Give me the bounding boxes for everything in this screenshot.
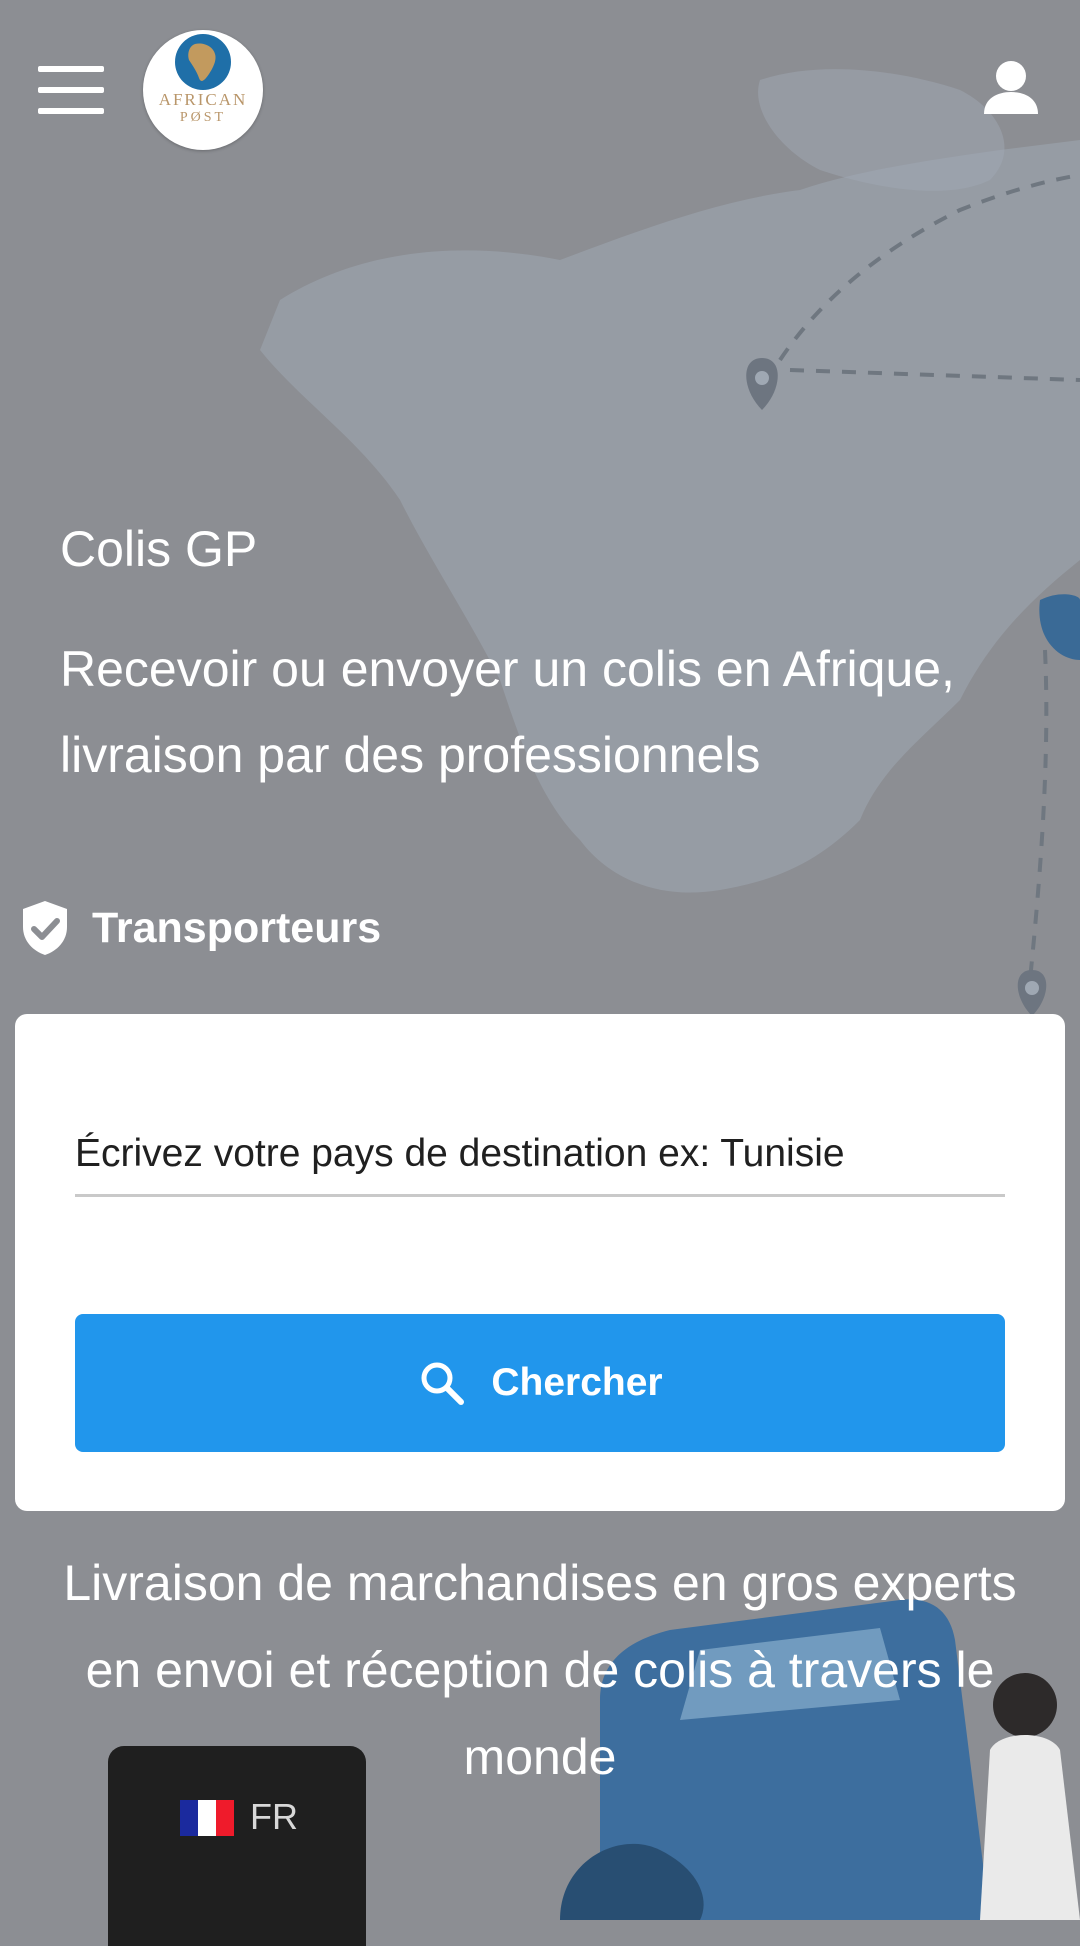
destination-search-input[interactable] [75, 1114, 1005, 1197]
hamburger-menu-icon[interactable] [38, 66, 104, 114]
logo-text-line1: AFRICAN [158, 90, 248, 109]
search-card: Chercher [15, 1014, 1065, 1511]
france-flag-icon [180, 1800, 234, 1836]
user-account-icon[interactable] [978, 58, 1042, 122]
carriers-label: Transporteurs [92, 903, 382, 952]
language-code: FR [250, 1796, 298, 1837]
hero-subtitle: Recevoir ou envoyer un colis en Afrique,… [60, 641, 955, 783]
language-switcher[interactable]: FR [108, 1746, 366, 1946]
african-post-logo[interactable]: AFRICAN PØST [143, 30, 263, 150]
search-icon [421, 1362, 465, 1405]
search-button[interactable]: Chercher [75, 1314, 1005, 1452]
search-button-label: Chercher [491, 1361, 663, 1404]
shield-check-icon [23, 901, 67, 955]
hero-title: Colis GP [60, 521, 258, 577]
carriers-link[interactable]: Transporteurs [20, 898, 381, 958]
logo-text-line2: PØST [179, 110, 227, 125]
top-navigation-bar: AFRICAN PØST [0, 0, 1080, 180]
